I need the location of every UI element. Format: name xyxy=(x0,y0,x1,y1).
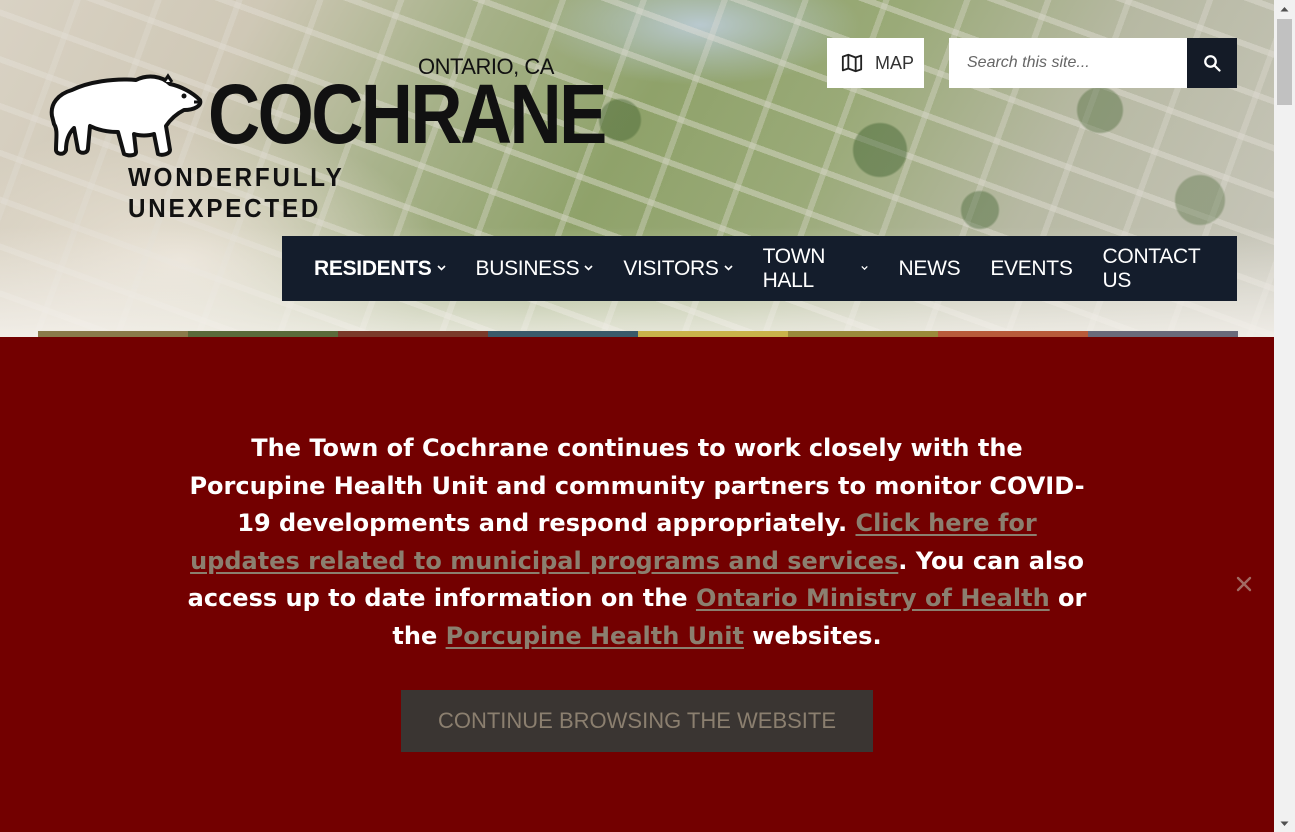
chevron-down-icon xyxy=(723,264,733,271)
map-icon xyxy=(841,53,863,73)
nav-item-residents[interactable]: RESIDENTS xyxy=(314,257,446,281)
nav-item-business[interactable]: BUSINESS xyxy=(476,257,594,281)
map-button[interactable]: MAP xyxy=(827,38,924,88)
continue-browsing-button[interactable]: CONTINUE BROWSING THE WEBSITE xyxy=(401,690,873,752)
chevron-down-icon xyxy=(436,264,446,271)
porcupine-health-unit-link[interactable]: Porcupine Health Unit xyxy=(446,622,744,650)
logo-town-name: COCHRANE xyxy=(208,67,607,161)
scroll-down-arrow-icon[interactable] xyxy=(1274,815,1295,832)
site-search xyxy=(949,38,1237,88)
nav-item-news[interactable]: NEWS xyxy=(899,257,961,281)
scroll-up-arrow-icon[interactable] xyxy=(1274,0,1295,17)
site-header: ONTARIO, CA COCHRANE WONDERFULLY UNEXPEC… xyxy=(0,0,1274,337)
scrollbar-thumb[interactable] xyxy=(1277,19,1292,105)
search-input[interactable] xyxy=(949,38,1187,88)
search-button[interactable] xyxy=(1187,38,1237,88)
map-button-label: MAP xyxy=(875,52,915,73)
polar-bear-icon xyxy=(49,73,203,158)
nav-item-events[interactable]: EVENTS xyxy=(990,257,1073,281)
covid-notice-message: The Town of Cochrane continues to work c… xyxy=(187,434,1087,650)
nav-item-town-hall[interactable]: TOWN HALL xyxy=(763,245,869,293)
main-navigation: RESIDENTS BUSINESS VISITORS TOWN HALL NE… xyxy=(282,236,1237,301)
chevron-down-icon xyxy=(861,265,869,270)
logo-tagline: WONDERFULLY UNEXPECTED xyxy=(128,162,345,223)
vertical-scrollbar[interactable] xyxy=(1274,0,1295,832)
chevron-down-icon xyxy=(584,264,593,271)
covid-notice-banner: The Town of Cochrane continues to work c… xyxy=(0,337,1274,832)
search-icon xyxy=(1204,55,1221,72)
close-icon[interactable] xyxy=(1234,574,1254,594)
nav-item-contact-us[interactable]: CONTACT US xyxy=(1103,245,1207,293)
nav-item-visitors[interactable]: VISITORS xyxy=(623,257,733,281)
site-logo[interactable]: ONTARIO, CA COCHRANE WONDERFULLY UNEXPEC… xyxy=(44,54,607,223)
ontario-ministry-of-health-link[interactable]: Ontario Ministry of Health xyxy=(696,584,1050,612)
